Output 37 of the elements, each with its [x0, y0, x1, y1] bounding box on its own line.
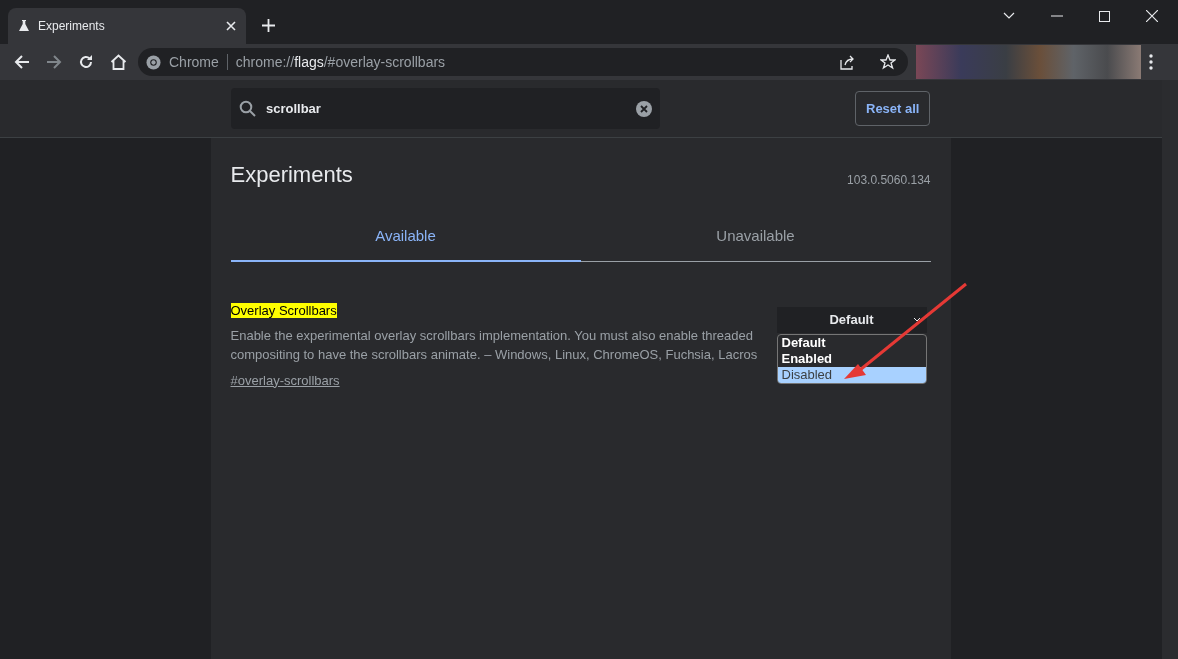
- clear-icon[interactable]: [636, 100, 652, 117]
- flag-link[interactable]: #overlay-scrollbars: [230, 372, 340, 388]
- dropdown-option[interactable]: Default: [777, 334, 926, 351]
- menu-icon[interactable]: [1149, 54, 1153, 70]
- reset-all-button[interactable]: Reset all: [855, 90, 931, 127]
- version-text: 103.0.5060.134: [847, 172, 931, 189]
- forward-arrow-icon: [46, 54, 62, 70]
- search-icon: [239, 100, 256, 117]
- new-tab-icon[interactable]: [262, 19, 275, 32]
- reload-icon: [78, 54, 94, 70]
- close-icon[interactable]: [226, 21, 236, 31]
- share-icon[interactable]: [840, 54, 856, 70]
- back-arrow-icon: [14, 54, 30, 70]
- chevron-down-icon[interactable]: [1003, 12, 1015, 20]
- maximize-icon[interactable]: [1099, 10, 1110, 22]
- flag-name: Overlay Scrollbars: [230, 302, 337, 318]
- tab-title: Experiments: [38, 18, 106, 35]
- flask-icon: [18, 20, 30, 32]
- address-bar[interactable]: Chrome chrome://flags/#overlay-scrollbars: [138, 48, 908, 76]
- url-text: chrome://flags/#overlay-scrollbars: [235, 52, 446, 72]
- dropdown-option[interactable]: Disabled: [777, 366, 926, 383]
- search-input[interactable]: scrollbar: [264, 97, 628, 120]
- close-window-icon[interactable]: [1146, 10, 1158, 22]
- browser-tab[interactable]: Experiments: [8, 8, 246, 44]
- page-title: Experiments: [230, 161, 353, 189]
- star-icon[interactable]: [880, 54, 896, 70]
- flag-description: Enable the experimental overlay scrollbars implementation. You must also enable threaded compositing to have the scrollbars animate. – Windows, Linux, ChromeOS, Fuchsia, Lacros: [230, 326, 759, 364]
- dropdown-option[interactable]: Enabled: [777, 350, 926, 367]
- search-field[interactable]: scrollbar: [231, 88, 660, 129]
- home-icon: [109, 54, 127, 70]
- chrome-logo-icon: [146, 54, 161, 70]
- scrollbar[interactable]: [1162, 80, 1178, 659]
- tab[interactable]: Available: [230, 213, 581, 262]
- caret-icon: [912, 317, 921, 322]
- site-label: Chrome: [169, 52, 219, 72]
- tab[interactable]: Unavailable: [580, 213, 931, 262]
- flag-dropdown[interactable]: Default: [776, 306, 927, 333]
